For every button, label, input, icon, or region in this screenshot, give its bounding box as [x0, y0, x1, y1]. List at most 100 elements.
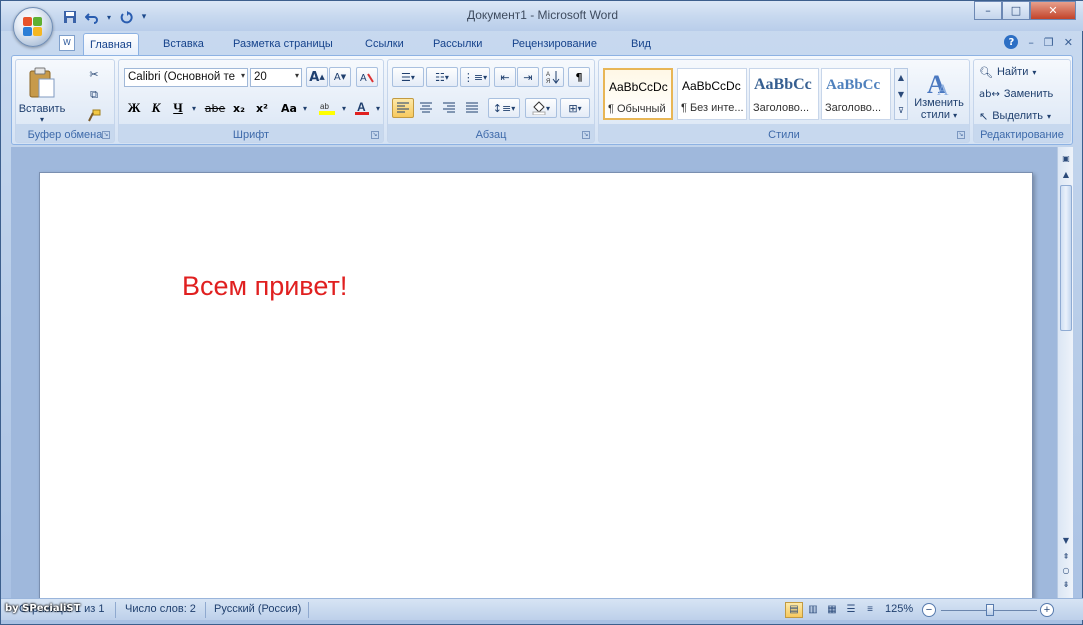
office-logo-icon [23, 17, 43, 37]
word-count[interactable]: Число слов: 2 [125, 603, 196, 615]
word-window: ▾ ▾ Документ1 - Microsoft Word – □ ✕ W Г… [0, 0, 1083, 625]
borders-icon[interactable]: ⊞ ▾ [560, 98, 590, 118]
subscript-button[interactable]: x₂ [229, 98, 249, 118]
web-layout-view-icon[interactable]: ▦ [823, 602, 841, 618]
replace-icon: ab↔ [979, 88, 1000, 100]
increase-indent-icon[interactable]: ⇥ [517, 67, 539, 87]
style-normal[interactable]: AaBbCcDc ¶ Обычный [603, 68, 673, 120]
close-button[interactable]: ✕ [1030, 1, 1076, 20]
line-spacing-icon[interactable]: ↕≡ ▾ [488, 98, 520, 118]
tab-home[interactable]: Главная [83, 33, 139, 57]
font-color-icon[interactable]: A [351, 98, 373, 118]
italic-button[interactable]: К [146, 98, 166, 118]
paste-button[interactable]: Вставить ▾ [19, 64, 65, 126]
vertical-scrollbar[interactable]: ▣ ▲ ▼ ⇞ ○ ⇟ [1057, 147, 1073, 598]
tab-references[interactable]: Ссылки [359, 35, 410, 53]
window-title: Документ1 - Microsoft Word [466, 8, 619, 22]
font-size-select[interactable]: 20 ▾ [250, 68, 302, 87]
tab-insert[interactable]: Вставка [157, 35, 210, 53]
change-case-button[interactable]: Aa [277, 98, 301, 118]
scroll-down-icon[interactable]: ▼ [1060, 535, 1072, 547]
tab-mailings[interactable]: Рассылки [427, 35, 488, 53]
ribbon-tabs: W Главная Вставка Разметка страницы Ссыл… [15, 33, 1073, 57]
ribbon-minimize-button[interactable]: – [1028, 36, 1034, 49]
highlight-dropdown-icon[interactable]: ▾ [339, 98, 349, 118]
ribbon: Вставить ▾ ✂ ⧉ Буфер обмена ↘ Calibri (О… [11, 55, 1073, 145]
show-formatting-marks-button[interactable]: ¶ [568, 67, 590, 87]
justify-icon[interactable] [461, 98, 483, 118]
minimize-button[interactable]: – [974, 1, 1002, 20]
paragraph-group: ☰ ▾ ☷ ▾ ⋮≡ ▾ ⇤ ⇥ AЯ ¶ ↕≡ ▾ ▾ ⊞ ▾ Абзац ↘ [387, 59, 595, 143]
format-painter-icon[interactable] [84, 106, 104, 126]
bullets-icon[interactable]: ☰ ▾ [392, 67, 424, 87]
grow-font-button[interactable]: A ▲ [306, 67, 328, 87]
font-color-dropdown-icon[interactable]: ▾ [373, 98, 383, 118]
tab-view[interactable]: Вид [625, 35, 657, 53]
ribbon-close-button[interactable]: ✕ [1064, 36, 1073, 49]
highlight-icon[interactable]: ab [315, 98, 339, 118]
print-layout-view-icon[interactable]: ▤ [785, 602, 803, 618]
underline-button[interactable]: Ч [168, 98, 188, 118]
shading-icon[interactable]: ▾ [525, 98, 557, 118]
font-name-select[interactable]: Calibri (Основной те ▾ [124, 68, 248, 87]
sort-icon[interactable]: AЯ [542, 67, 564, 87]
font-group: Calibri (Основной те ▾ 20 ▾ A ▲ A ▼ A Ж К Ч … [118, 59, 384, 143]
multilevel-list-icon[interactable]: ⋮≡ ▾ [460, 67, 490, 87]
document-page[interactable]: Всем привет! [39, 172, 1033, 602]
align-left-icon[interactable] [392, 98, 414, 118]
styles-more-icon[interactable]: ⊽ [895, 103, 907, 119]
superscript-button[interactable]: x² [252, 98, 272, 118]
browse-object-icon[interactable]: ○ [1060, 565, 1072, 577]
document-icon[interactable]: W [59, 35, 75, 51]
document-text[interactable]: Всем привет! [182, 271, 347, 302]
numbering-icon[interactable]: ☷ ▾ [426, 67, 458, 87]
style-heading-1[interactable]: AaBbCс Заголово... [749, 68, 819, 120]
find-button[interactable]: 🔍︎ Найти ▾ [978, 62, 1066, 82]
zoom-in-icon[interactable]: + [1040, 603, 1054, 617]
maximize-button[interactable]: □ [1002, 1, 1030, 20]
align-center-icon[interactable] [415, 98, 437, 118]
tab-page-layout[interactable]: Разметка страницы [227, 35, 339, 53]
help-icon[interactable]: ? [1004, 35, 1019, 49]
styles-scroll-up-icon[interactable]: ▲ [895, 69, 907, 86]
decrease-indent-icon[interactable]: ⇤ [494, 67, 516, 87]
help-area: ? – ❐ ✕ [1004, 35, 1073, 49]
scroll-thumb[interactable] [1060, 185, 1072, 331]
full-screen-reading-view-icon[interactable]: ▥ [804, 602, 822, 618]
cut-icon[interactable]: ✂ [84, 64, 104, 84]
underline-dropdown-icon[interactable]: ▾ [189, 98, 199, 118]
zoom-slider-thumb[interactable] [986, 604, 994, 616]
office-button[interactable] [13, 7, 53, 47]
ribbon-restore-button[interactable]: ❐ [1044, 36, 1054, 49]
editing-group-label: Редактирование [980, 129, 1064, 141]
bold-button[interactable]: Ж [124, 98, 144, 118]
paragraph-launcher-icon[interactable]: ↘ [582, 131, 590, 139]
draft-view-icon[interactable]: ≡ [861, 602, 879, 618]
shrink-font-button[interactable]: A ▼ [329, 67, 351, 87]
zoom-level[interactable]: 125% [885, 603, 913, 615]
title-bar: ▾ ▾ Документ1 - Microsoft Word – □ ✕ [1, 1, 1083, 31]
clipboard-launcher-icon[interactable]: ↘ [102, 131, 110, 139]
language[interactable]: Русский (Россия) [214, 603, 301, 615]
copy-icon[interactable]: ⧉ [84, 85, 104, 105]
strikethrough-button[interactable]: abe [203, 98, 227, 118]
scroll-up-icon[interactable]: ▲ [1060, 169, 1072, 181]
font-launcher-icon[interactable]: ↘ [371, 131, 379, 139]
next-page-icon[interactable]: ⇟ [1060, 579, 1072, 591]
zoom-out-icon[interactable]: − [922, 603, 936, 617]
clear-formatting-icon[interactable]: A [356, 67, 378, 87]
style-heading-2[interactable]: AaBbCc Заголово... [821, 68, 891, 120]
styles-scroll-down-icon[interactable]: ▼ [895, 86, 907, 103]
styles-group-label: Стили [768, 129, 800, 141]
align-right-icon[interactable] [438, 98, 460, 118]
change-styles-button[interactable]: AA Изменить стили ▾ [911, 64, 967, 126]
select-button[interactable]: ↖ Выделить ▾ [978, 106, 1066, 126]
replace-button[interactable]: ab↔ Заменить [978, 84, 1066, 104]
styles-launcher-icon[interactable]: ↘ [957, 131, 965, 139]
previous-page-icon[interactable]: ⇞ [1060, 551, 1072, 563]
outline-view-icon[interactable]: ☰ [842, 602, 860, 618]
style-no-spacing[interactable]: AaBbCcDc ¶ Без инте... [677, 68, 747, 120]
change-case-dropdown-icon[interactable]: ▾ [300, 98, 310, 118]
tab-review[interactable]: Рецензирование [506, 35, 603, 53]
ruler-toggle-icon[interactable]: ▣ [1060, 153, 1072, 165]
